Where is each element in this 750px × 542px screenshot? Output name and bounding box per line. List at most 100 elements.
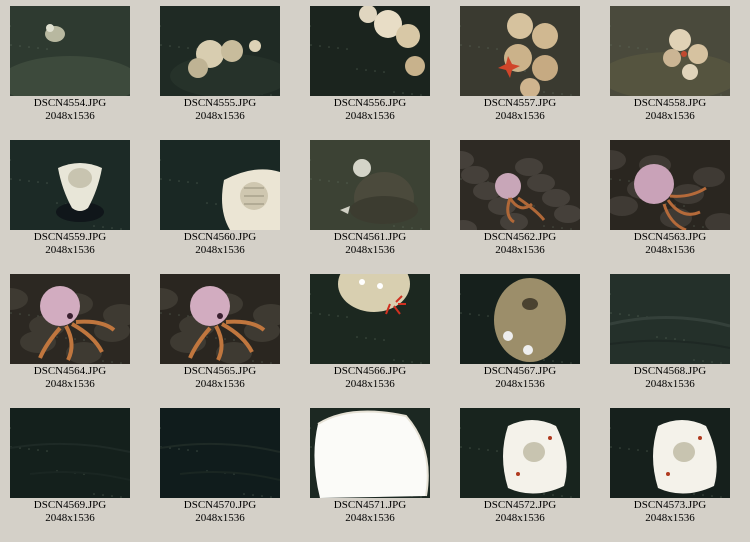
thumbnail-image[interactable] [460,6,580,96]
thumbnail-filename: DSCN4569.JPG [33,499,107,511]
thumbnail-item[interactable]: DSCN4559.JPG 2048x1536 [5,140,135,270]
thumbnail-gallery: DSCN4554.JPG 2048x1536 DSCN4555.JPG 2048x15… [0,0,750,542]
white-sponge-photo [460,408,580,498]
overexposed-sponge-photo [310,408,430,498]
thumbnail-image[interactable] [160,274,280,364]
thumbnail-filename: DSCN4564.JPG [33,365,107,377]
thumbnail-image[interactable] [610,6,730,96]
thumbnail-item[interactable]: DSCN4573.JPG 2048x1536 [605,408,735,538]
thumbnail-filename: DSCN4573.JPG [633,499,707,511]
bare-seafloor-photo [610,274,730,364]
thumbnail-filename: DSCN4572.JPG [483,499,557,511]
thumbnail-image[interactable] [610,274,730,364]
thumbnail-item[interactable]: DSCN4565.JPG 2048x1536 [155,274,285,404]
dark-seafloor-photo [10,408,130,498]
dark-seafloor-photo [160,408,280,498]
thumbnail-item[interactable]: DSCN4567.JPG 2048x1536 [455,274,585,404]
anemones-sea-star-photo [460,6,580,96]
thumbnail-image[interactable] [460,408,580,498]
thumbnail-dimensions: 2048x1536 [345,244,395,256]
thumbnail-filename: DSCN4555.JPG [183,97,257,109]
thumbnail-filename: DSCN4567.JPG [483,365,557,377]
thumbnail-dimensions: 2048x1536 [345,512,395,524]
thumbnail-image[interactable] [310,140,430,230]
thumbnail-item[interactable]: DSCN4570.JPG 2048x1536 [155,408,285,538]
thumbnail-image[interactable] [460,140,580,230]
thumbnail-filename: DSCN4563.JPG [633,231,707,243]
thumbnail-item[interactable]: DSCN4555.JPG 2048x1536 [155,6,285,136]
thumbnail-item[interactable]: DSCN4557.JPG 2048x1536 [455,6,585,136]
thumbnail-image[interactable] [160,6,280,96]
thumbnail-item[interactable]: DSCN4561.JPG 2048x1536 [305,140,435,270]
thumbnail-dimensions: 2048x1536 [45,512,95,524]
thumbnail-image[interactable] [310,408,430,498]
thumbnail-dimensions: 2048x1536 [345,378,395,390]
thumbnail-dimensions: 2048x1536 [195,110,245,122]
thumbnail-item[interactable]: DSCN4556.JPG 2048x1536 [305,6,435,136]
thumbnail-item[interactable]: DSCN4560.JPG 2048x1536 [155,140,285,270]
thumbnail-dimensions: 2048x1536 [645,244,695,256]
thumbnail-filename: DSCN4570.JPG [183,499,257,511]
thumbnail-item[interactable]: DSCN4566.JPG 2048x1536 [305,274,435,404]
thumbnail-dimensions: 2048x1536 [645,512,695,524]
white-sponge-photo [610,408,730,498]
thumbnail-item[interactable]: DSCN4568.JPG 2048x1536 [605,274,735,404]
thumbnail-filename: DSCN4562.JPG [483,231,557,243]
glass-sponge-photo [10,140,130,230]
thumbnail-dimensions: 2048x1536 [195,512,245,524]
thumbnail-image[interactable] [460,274,580,364]
thumbnail-dimensions: 2048x1536 [645,378,695,390]
thumbnail-item[interactable]: DSCN4569.JPG 2048x1536 [5,408,135,538]
thumbnail-dimensions: 2048x1536 [345,110,395,122]
thumbnail-image[interactable] [610,408,730,498]
thumbnail-image[interactable] [160,408,280,498]
thumbnail-filename: DSCN4571.JPG [333,499,407,511]
thumbnail-item[interactable]: DSCN4564.JPG 2048x1536 [5,274,135,404]
thumbnail-filename: DSCN4558.JPG [633,97,707,109]
glass-sponge-closeup-photo [160,140,280,230]
large-sponge-photo [460,274,580,364]
thumbnail-filename: DSCN4561.JPG [333,231,407,243]
thumbnail-filename: DSCN4565.JPG [183,365,257,377]
thumbnail-dimensions: 2048x1536 [645,110,695,122]
thumbnail-item[interactable]: DSCN4558.JPG 2048x1536 [605,6,735,136]
thumbnail-filename: DSCN4566.JPG [333,365,407,377]
thumbnail-image[interactable] [10,408,130,498]
thumbnail-image[interactable] [10,274,130,364]
thumbnail-dimensions: 2048x1536 [495,244,545,256]
thumbnail-image[interactable] [610,140,730,230]
thumbnail-image[interactable] [310,6,430,96]
thumbnail-image[interactable] [160,140,280,230]
octopus-photo [610,140,730,230]
thumbnail-dimensions: 2048x1536 [495,512,545,524]
thumbnail-item[interactable]: DSCN4571.JPG 2048x1536 [305,408,435,538]
octopus-closeup-photo [10,274,130,364]
seafloor-small-anemone-photo [10,6,130,96]
octopus-closeup-photo [160,274,280,364]
thumbnail-image[interactable] [310,274,430,364]
anemone-cluster-photo [160,6,280,96]
thumbnail-filename: DSCN4559.JPG [33,231,107,243]
thumbnail-dimensions: 2048x1536 [195,378,245,390]
thumbnail-item[interactable]: DSCN4563.JPG 2048x1536 [605,140,735,270]
anemone-group-photo [610,6,730,96]
thumbnail-dimensions: 2048x1536 [45,110,95,122]
rock-mound-photo [310,140,430,230]
thumbnail-filename: DSCN4556.JPG [333,97,407,109]
thumbnail-filename: DSCN4560.JPG [183,231,257,243]
thumbnail-image[interactable] [10,140,130,230]
sponge-crab-photo [310,274,430,364]
thumbnail-filename: DSCN4554.JPG [33,97,107,109]
thumbnail-filename: DSCN4557.JPG [483,97,557,109]
thumbnail-dimensions: 2048x1536 [195,244,245,256]
thumbnail-dimensions: 2048x1536 [45,378,95,390]
thumbnail-image[interactable] [10,6,130,96]
anemone-rock-photo [310,6,430,96]
thumbnail-dimensions: 2048x1536 [45,244,95,256]
thumbnail-item[interactable]: DSCN4572.JPG 2048x1536 [455,408,585,538]
thumbnail-item[interactable]: DSCN4562.JPG 2048x1536 [455,140,585,270]
thumbnail-item[interactable]: DSCN4554.JPG 2048x1536 [5,6,135,136]
thumbnail-dimensions: 2048x1536 [495,378,545,390]
thumbnail-dimensions: 2048x1536 [495,110,545,122]
thumbnail-filename: DSCN4568.JPG [633,365,707,377]
